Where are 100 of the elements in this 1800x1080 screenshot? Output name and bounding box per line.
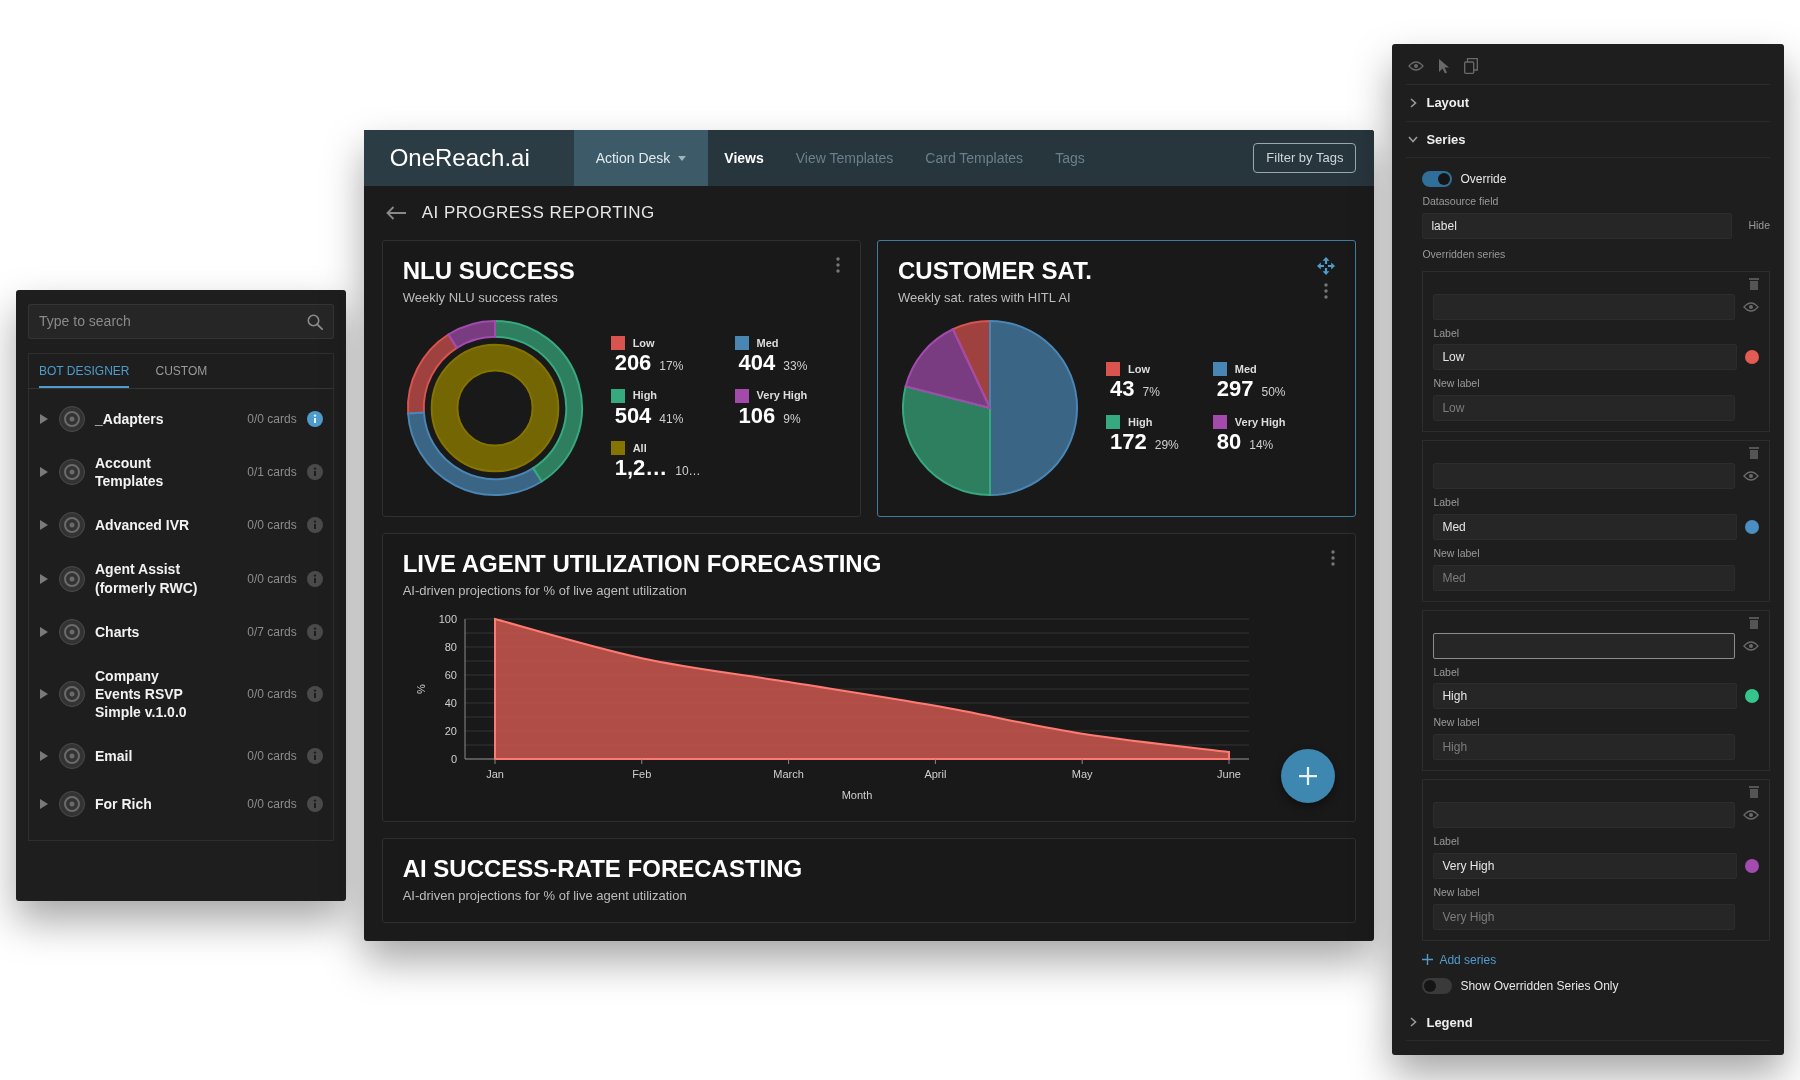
trash-icon[interactable] bbox=[1749, 447, 1759, 459]
section-title[interactable]: Legend bbox=[1426, 1012, 1473, 1032]
trash-icon[interactable] bbox=[1749, 616, 1759, 629]
text-field[interactable]: Med bbox=[1433, 564, 1735, 591]
pie-slice bbox=[901, 384, 992, 496]
section-title[interactable]: Series bbox=[1426, 129, 1466, 149]
legend-percent: 33% bbox=[783, 358, 808, 376]
chart-card[interactable]: AI SUCCESS-RATE FORECASTING AI-driven projections for % of live agent utilization bbox=[381, 837, 1357, 923]
move-arrows-icon[interactable] bbox=[1317, 256, 1336, 275]
avatar-icon bbox=[59, 512, 85, 539]
avatar-icon bbox=[59, 791, 85, 818]
color-dot-icon[interactable] bbox=[1745, 689, 1759, 704]
legend-value: 172 bbox=[1110, 430, 1147, 455]
text-field[interactable]: Very High bbox=[1433, 852, 1737, 879]
text-field[interactable]: Low bbox=[1433, 344, 1737, 371]
card-title: CUSTOMER SAT. bbox=[898, 256, 1092, 285]
text-field[interactable]: label bbox=[1422, 212, 1733, 239]
copy-icon[interactable] bbox=[1464, 58, 1479, 74]
caret-icon[interactable] bbox=[39, 626, 49, 637]
bot-name[interactable]: Charts bbox=[95, 622, 207, 641]
color-dot-icon[interactable] bbox=[1745, 858, 1759, 873]
bot-name[interactable]: Advanced IVR bbox=[95, 516, 207, 535]
text-field[interactable]: Med bbox=[1433, 513, 1737, 540]
eye-icon[interactable] bbox=[1743, 471, 1759, 481]
info-icon[interactable] bbox=[306, 411, 323, 427]
bot-name[interactable]: Email bbox=[95, 747, 207, 766]
field-label: Label bbox=[1433, 664, 1461, 680]
caret-icon bbox=[678, 155, 687, 161]
avatar-icon bbox=[59, 743, 85, 770]
field-label: New label bbox=[1433, 545, 1481, 561]
column-label: Hide bbox=[1748, 217, 1770, 233]
sidebar-tab[interactable]: CUSTOM bbox=[155, 354, 208, 388]
legend-percent: 14% bbox=[1249, 437, 1274, 455]
card-title: AI SUCCESS-RATE FORECASTING bbox=[402, 854, 803, 883]
kebab-menu-icon[interactable] bbox=[1324, 282, 1329, 299]
back-arrow-icon[interactable] bbox=[385, 205, 406, 220]
toggle-switch[interactable] bbox=[1422, 171, 1453, 187]
bot-name[interactable]: Account Templates bbox=[95, 454, 207, 491]
section-title[interactable]: Layout bbox=[1426, 93, 1470, 113]
legend-percent: 9% bbox=[783, 410, 801, 428]
legend-percent: 50% bbox=[1261, 384, 1286, 402]
sidebar-tab[interactable]: BOT DESIGNER bbox=[39, 354, 130, 388]
plus-icon bbox=[1299, 766, 1318, 785]
legend-percent: 17% bbox=[659, 358, 684, 376]
input-field[interactable] bbox=[1433, 632, 1735, 659]
legend-value: 43 bbox=[1110, 377, 1135, 402]
bot-name[interactable]: For Rich bbox=[95, 795, 207, 814]
caret-icon[interactable] bbox=[39, 799, 49, 810]
text-field[interactable]: Low bbox=[1433, 395, 1735, 421]
page-title: AI PROGRESS REPORTING bbox=[421, 202, 655, 224]
chevron-icon[interactable] bbox=[1408, 97, 1419, 108]
filter-button[interactable]: Filter by Tags bbox=[1253, 143, 1357, 173]
legend-value: 1,2… bbox=[614, 456, 668, 481]
bot-name[interactable]: Agent Assist (formerly RWC) bbox=[95, 560, 207, 597]
caret-icon[interactable] bbox=[39, 689, 49, 700]
pie-slice bbox=[989, 319, 1078, 496]
legend-value: 297 bbox=[1216, 377, 1254, 402]
caret-icon[interactable] bbox=[39, 751, 49, 762]
card-subtitle: Weekly NLU success rates bbox=[402, 289, 559, 308]
chevron-icon[interactable] bbox=[1408, 1017, 1419, 1028]
color-dot-icon[interactable] bbox=[1745, 350, 1759, 365]
text-field[interactable]: High bbox=[1433, 734, 1735, 760]
legend-value: 404 bbox=[738, 351, 776, 376]
eye-icon[interactable] bbox=[1408, 61, 1425, 71]
tick-label: 60 bbox=[444, 668, 457, 681]
eye-icon[interactable] bbox=[1743, 810, 1759, 820]
avatar-icon bbox=[59, 618, 85, 645]
eye-icon[interactable] bbox=[1743, 301, 1759, 312]
avatar-icon bbox=[59, 459, 85, 486]
section-menu-button[interactable]: Action Desk bbox=[573, 130, 709, 186]
text-field[interactable]: High bbox=[1433, 683, 1737, 710]
caret-icon[interactable] bbox=[39, 414, 49, 424]
trash-icon[interactable] bbox=[1749, 786, 1759, 798]
add-series-link[interactable]: Add series bbox=[1422, 950, 1497, 969]
caret-icon[interactable] bbox=[39, 520, 49, 531]
bot-name[interactable]: Company Events RSVP Simple v.1.0.0 bbox=[95, 666, 207, 722]
avatar-icon bbox=[59, 406, 85, 432]
bot-name[interactable]: _Adapters bbox=[95, 409, 207, 429]
chevron-icon[interactable] bbox=[1408, 134, 1419, 145]
field-label: Label bbox=[1433, 325, 1461, 341]
chart-card[interactable]: CUSTOMER SAT. Weekly sat. rates with HITL AI Low 43 7% Med 297 50% High 172 29% Very High 80 14% bbox=[877, 239, 1357, 517]
nav-tab[interactable]: Views bbox=[708, 130, 780, 186]
text-field[interactable]: Very High bbox=[1433, 903, 1735, 930]
cursor-icon[interactable] bbox=[1438, 58, 1451, 74]
chart-card[interactable]: NLU SUCCESS Weekly NLU success rates Low 206 17% Med 404 33% High 504 41% Very High 106 9% All 1,2… 10… bbox=[381, 239, 862, 517]
field-label: Label bbox=[1433, 834, 1461, 849]
caret-icon[interactable] bbox=[39, 573, 49, 584]
eye-icon[interactable] bbox=[1743, 640, 1759, 651]
legend-percent: 29% bbox=[1154, 437, 1179, 455]
legend-value: 504 bbox=[614, 403, 652, 428]
logo[interactable]: OneReach.ai bbox=[363, 130, 574, 186]
donut-slice bbox=[447, 319, 496, 349]
caret-icon[interactable] bbox=[39, 467, 49, 478]
donut-slice bbox=[406, 411, 543, 496]
kebab-menu-icon[interactable] bbox=[1331, 549, 1336, 566]
kebab-menu-icon[interactable] bbox=[836, 256, 841, 273]
trash-icon[interactable] bbox=[1749, 277, 1759, 290]
color-dot-icon[interactable] bbox=[1745, 519, 1759, 534]
toggle-switch[interactable] bbox=[1422, 977, 1453, 994]
legend-label: Very High bbox=[1234, 414, 1286, 430]
